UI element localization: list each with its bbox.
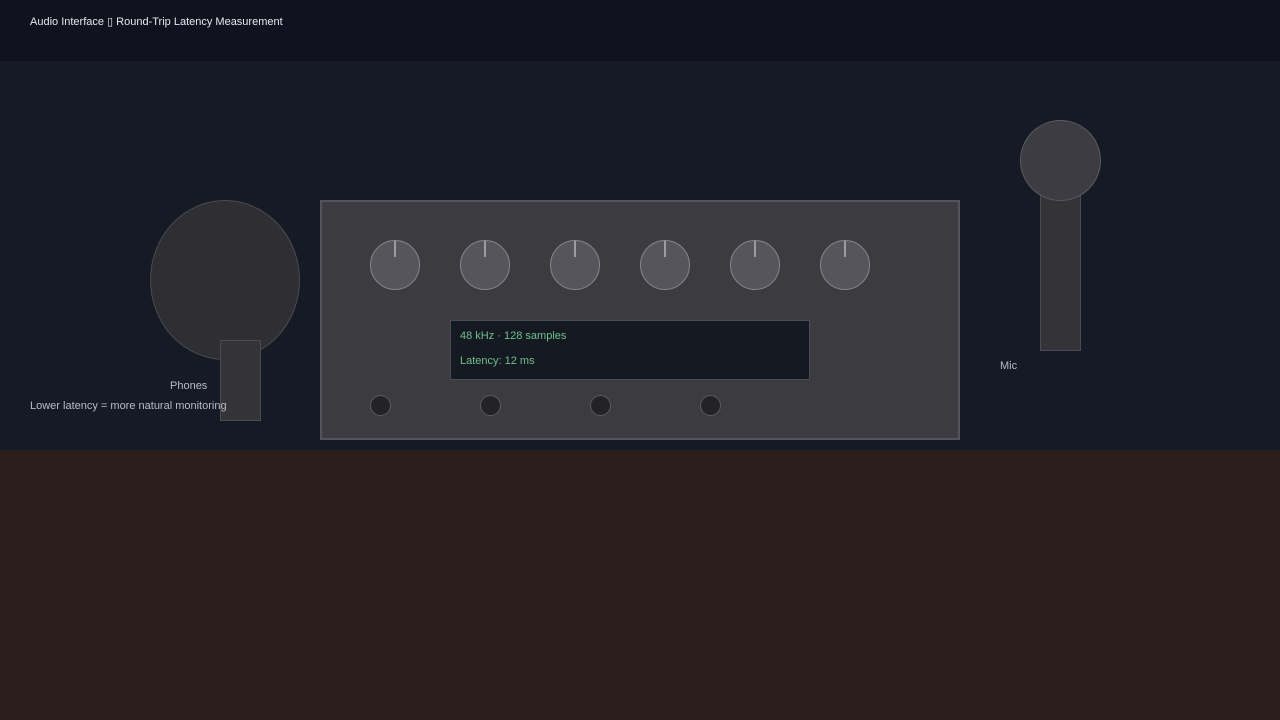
gain-knob-3[interactable]: [550, 240, 600, 290]
phones-label: Phones: [170, 380, 208, 392]
input-jack-2[interactable]: [480, 395, 501, 416]
headphones-cup[interactable]: [150, 200, 300, 360]
input-jack-4[interactable]: [700, 395, 721, 416]
gain-knob-5[interactable]: [730, 240, 780, 290]
input-jack-1[interactable]: [370, 395, 391, 416]
input-jack-3[interactable]: [590, 395, 611, 416]
display-sample-rate: 48 kHz · 128 samples: [460, 330, 567, 342]
microphone-body[interactable]: [1040, 195, 1081, 351]
gain-knob-2[interactable]: [460, 240, 510, 290]
top-bar: Audio Interface ▯ Round-Trip Latency Mea…: [0, 0, 1280, 61]
microphone-head[interactable]: [1020, 120, 1101, 201]
latency-note: Lower latency = more natural monitoring: [30, 400, 227, 412]
display-latency: Latency: 12 ms: [460, 355, 535, 367]
audio-interface: 48 kHz · 128 samples Latency: 12 ms: [320, 200, 960, 440]
lcd-display: 48 kHz · 128 samples Latency: 12 ms: [450, 320, 810, 380]
gain-knob-4[interactable]: [640, 240, 690, 290]
desk-surface: [0, 450, 1280, 720]
gain-knob-1[interactable]: [370, 240, 420, 290]
gain-knob-6[interactable]: [820, 240, 870, 290]
page-title: Audio Interface ▯ Round-Trip Latency Mea…: [30, 16, 283, 28]
latency-scene: Audio Interface ▯ Round-Trip Latency Mea…: [0, 0, 1280, 720]
mic-label: Mic: [1000, 360, 1018, 372]
